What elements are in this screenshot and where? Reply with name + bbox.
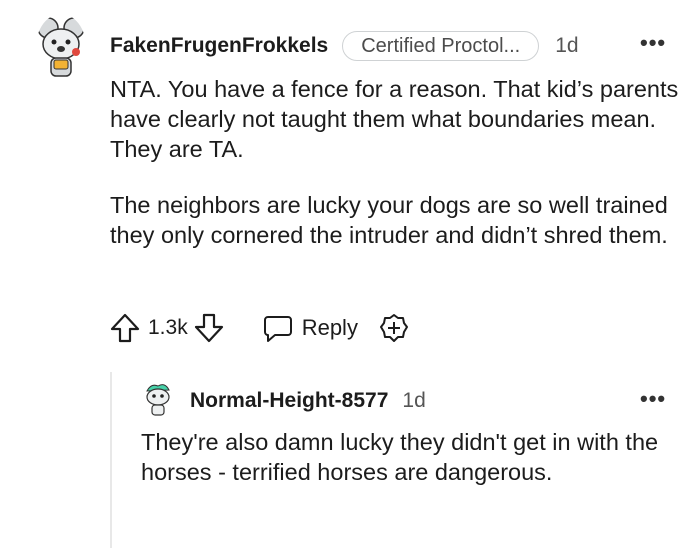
reply-button[interactable]: Reply <box>262 312 358 344</box>
comment-actions: 1.3k Reply <box>108 308 410 348</box>
reply-icon <box>263 316 292 342</box>
upvote-icon[interactable] <box>108 311 142 345</box>
comment-paragraph: The neighbors are lucky your dogs are so… <box>110 192 668 248</box>
comment-paragraph: NTA. You have a fence for a reason. That… <box>110 76 679 162</box>
user-avatar[interactable] <box>36 14 86 80</box>
user-avatar[interactable] <box>143 381 173 419</box>
comment-header: FakenFrugenFrokkels Certified Proctol...… <box>110 30 579 62</box>
username[interactable]: Normal-Height-8577 <box>190 389 388 413</box>
comment-paragraph: They're also damn lucky they didn't get … <box>141 429 659 485</box>
username[interactable]: FakenFrugenFrokkels <box>110 34 328 58</box>
reply-label: Reply <box>301 315 358 340</box>
timestamp: 1d <box>555 34 579 57</box>
timestamp: 1d <box>402 389 426 412</box>
user-flair: Certified Proctol... <box>342 31 540 61</box>
more-horizontal-icon[interactable]: ••• <box>640 30 666 56</box>
downvote-icon[interactable] <box>192 311 226 345</box>
thread-line[interactable] <box>110 372 112 548</box>
vote-count: 1.3k <box>148 316 188 339</box>
comment-header: Normal-Height-8577 1d <box>190 386 426 416</box>
award-icon[interactable] <box>378 312 410 344</box>
more-horizontal-icon[interactable]: ••• <box>640 386 666 412</box>
